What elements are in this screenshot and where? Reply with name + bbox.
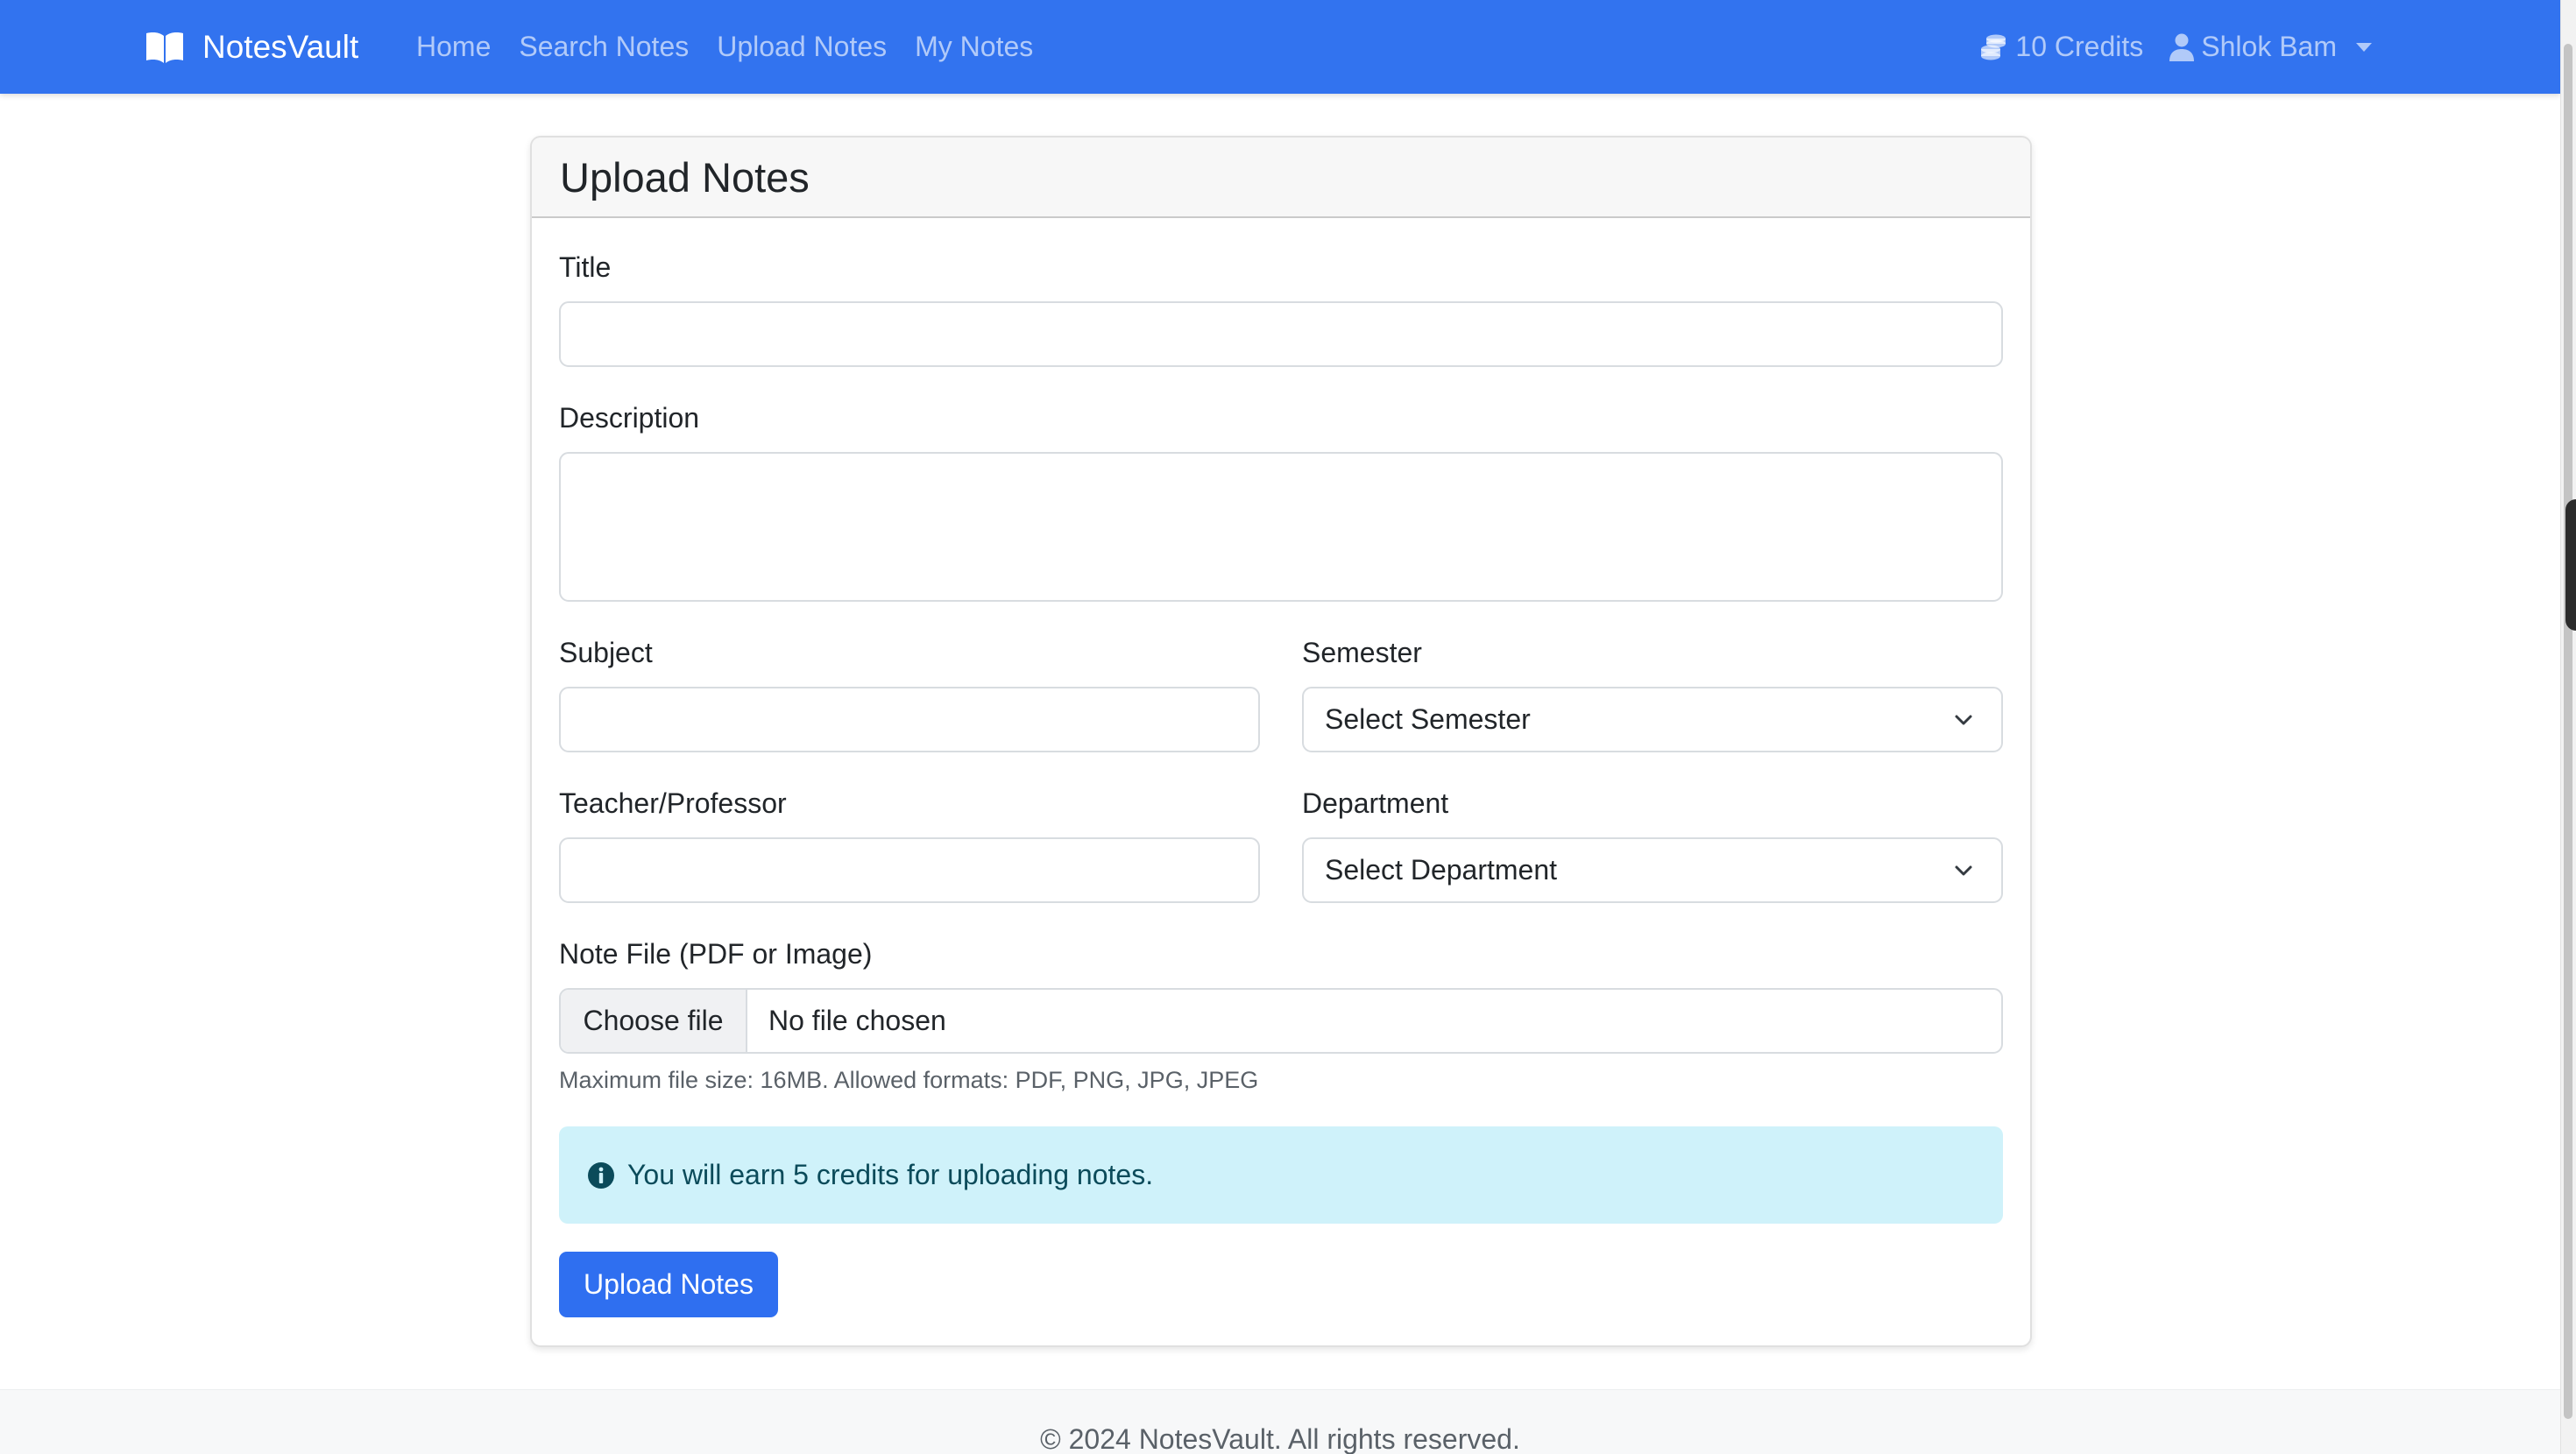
semester-label: Semester [1302,637,1422,668]
file-help-text: Maximum file size: 16MB. Allowed formats… [559,1067,1259,1093]
description-label: Description [559,402,700,434]
department-label: Department [1302,787,1449,819]
card-header: Upload Notes [532,138,2030,218]
footer-copyright: © 2024 NotesVault. All rights reserved. [1040,1423,1520,1454]
subject-input[interactable] [559,687,1260,752]
chevron-down-icon [1955,715,1972,724]
user-name: Shlok Bam [2201,31,2337,62]
brand-name: NotesVault [202,28,359,65]
page-scrollbar[interactable] [2560,0,2576,1454]
nav-right: 10 Credits Shlok Bam [1978,0,2372,94]
nav-upload-notes-link[interactable]: Upload Notes [717,31,887,63]
caret-down-icon [2356,42,2372,52]
nav-my-notes-link[interactable]: My Notes [915,31,1033,63]
subject-label: Subject [559,637,653,668]
page-footer: © 2024 NotesVault. All rights reserved. [0,1389,2560,1454]
user-icon [2169,33,2195,61]
title-input[interactable] [559,301,2003,367]
file-status: No file chosen [768,1005,946,1036]
info-message: You will earn 5 credits for uploading no… [627,1159,1154,1190]
title-label: Title [559,251,612,283]
info-circle-icon [588,1161,614,1189]
nav-home-link[interactable]: Home [416,31,491,63]
description-textarea[interactable] [559,452,2003,602]
chevron-down-icon [1955,865,1972,875]
file-input[interactable]: Choose file No file chosen [559,988,2003,1054]
credits-info-alert: You will earn 5 credits for uploading no… [559,1126,2003,1224]
semester-select[interactable]: Select Semester [1302,687,2003,752]
upload-notes-button[interactable]: Upload Notes [559,1252,778,1317]
top-navbar: NotesVault Home Search Notes Upload Note… [0,0,2560,94]
brand-link[interactable]: NotesVault [145,0,358,94]
edge-panel-handle[interactable] [2565,499,2576,631]
teacher-input[interactable] [559,837,1260,903]
teacher-label: Teacher/Professor [559,787,787,819]
file-label: Note File (PDF or Image) [559,938,873,970]
choose-file-button[interactable]: Choose file [561,990,747,1052]
user-menu-toggle[interactable]: Shlok Bam [2169,31,2372,63]
department-selected-value: Select Department [1325,854,1558,886]
semester-selected-value: Select Semester [1325,703,1531,735]
book-open-icon [146,32,183,63]
coins-icon [1981,34,2006,60]
credits-label: 10 Credits [2015,31,2144,62]
nav-search-notes-link[interactable]: Search Notes [519,31,689,63]
nav-links: Home Search Notes Upload Notes My Notes [416,0,1033,94]
credits-indicator[interactable]: 10 Credits [1978,31,2143,63]
scrollbar-thumb[interactable] [2564,44,2572,1419]
page-title: Upload Notes [560,153,810,201]
department-select[interactable]: Select Department [1302,837,2003,903]
